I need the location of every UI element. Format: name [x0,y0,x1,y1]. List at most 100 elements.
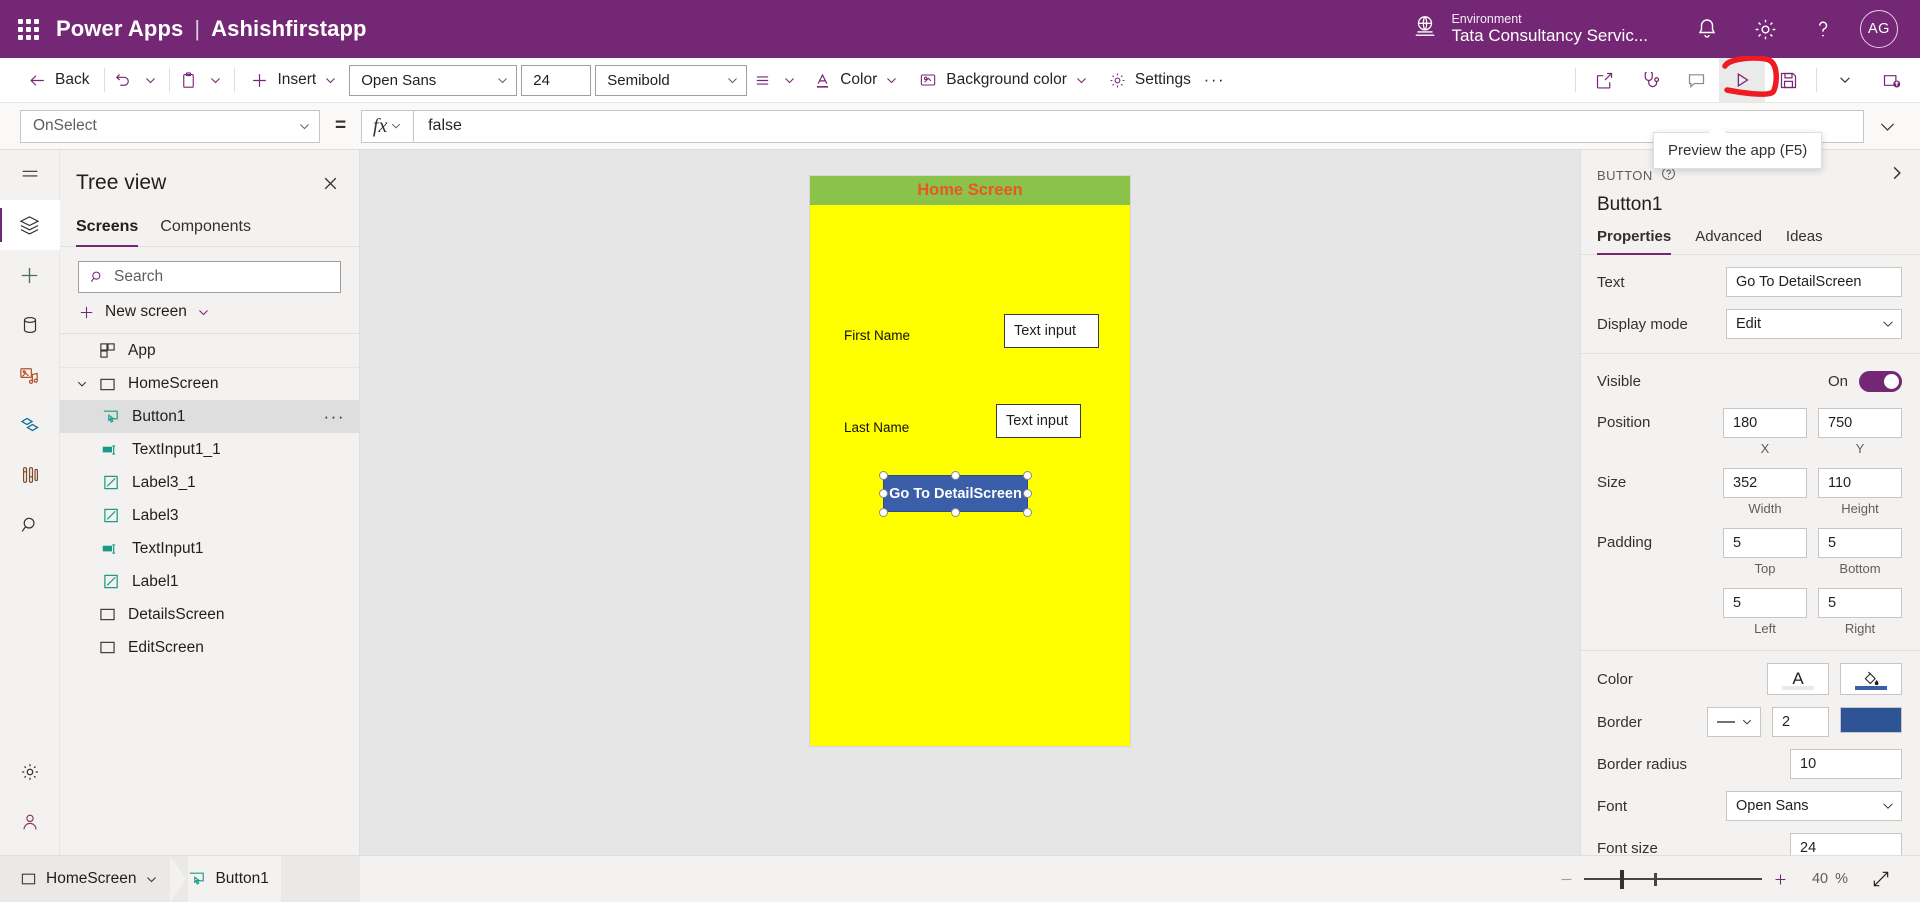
zoom-slider[interactable] [1584,859,1762,899]
paste-clipboard-icon[interactable] [175,62,202,99]
visible-toggle[interactable] [1859,371,1902,392]
background-color-button[interactable]: Background color [908,62,1098,99]
fit-to-screen-icon[interactable] [1860,859,1902,899]
tab-components[interactable]: Components [160,210,251,246]
data-database-icon[interactable] [0,300,60,350]
notifications-bell-icon[interactable] [1678,0,1736,58]
resize-handle-top-center[interactable] [951,471,960,480]
overflow-more-button[interactable]: ··· [1201,62,1228,99]
tree-node-textinput1[interactable]: TextInput1 [60,532,359,565]
tree-node-label1[interactable]: Label1 [60,565,359,598]
border-width-input[interactable]: 2 [1772,707,1829,737]
back-button[interactable]: Back [18,62,99,99]
size-width-input[interactable]: 352 [1723,468,1807,498]
text-color-button[interactable]: Color [803,62,908,99]
tree-node-editscreen[interactable]: EditScreen [60,631,359,664]
settings-button[interactable]: Settings [1098,62,1201,99]
last-name-textinput[interactable]: Text input [996,404,1081,438]
padding-top-input[interactable]: 5 [1723,528,1807,558]
paste-chevron-down-icon[interactable] [202,62,229,99]
font-family-select[interactable]: Open Sans [349,65,517,96]
variables-tools-icon[interactable] [0,450,60,500]
tab-properties[interactable]: Properties [1597,228,1671,254]
undo-chevron-down-icon[interactable] [137,62,164,99]
environment-picker[interactable]: Environment Tata Consultancy Servic... [1412,12,1648,47]
font-size-input[interactable]: 24 [521,65,591,96]
insert-button[interactable]: Insert [240,62,347,99]
first-name-textinput[interactable]: Text input [1004,314,1099,348]
breadcrumb-control[interactable]: Button1 [188,856,280,902]
settings-gear-icon[interactable] [1736,0,1794,58]
screen-preview-homescreen[interactable]: Home Screen First Name Text input Last N… [810,176,1130,746]
position-y-input[interactable]: 750 [1818,408,1902,438]
insert-plus-icon[interactable] [0,250,60,300]
resize-handle-top-left[interactable] [879,471,888,480]
tree-node-more-button[interactable]: ··· [324,407,345,427]
help-icon[interactable] [1794,0,1852,58]
position-x-input[interactable]: 180 [1723,408,1807,438]
share-icon[interactable] [1581,58,1627,102]
power-automate-flows-icon[interactable] [0,400,60,450]
resize-handle-middle-left[interactable] [879,489,888,498]
undo-button[interactable] [110,62,137,99]
preview-app-play-icon[interactable] [1719,58,1765,102]
tree-view-layers-icon[interactable] [0,200,60,250]
formula-expand-chevron-down-icon[interactable] [1864,106,1910,146]
resize-handle-bottom-right[interactable] [1023,508,1032,517]
text-color-button[interactable]: A [1767,663,1829,695]
tree-node-detailsscreen[interactable]: DetailsScreen [60,598,359,631]
tree-node-button1[interactable]: Button1 ··· [60,400,359,433]
zoom-slider-thumb[interactable] [1620,870,1624,889]
comments-icon[interactable] [1673,58,1719,102]
tab-screens[interactable]: Screens [76,210,138,246]
border-style-select[interactable] [1707,707,1761,737]
avatar[interactable]: AG [1860,10,1898,48]
search-input[interactable]: Search [78,261,341,293]
resize-handle-bottom-center[interactable] [951,508,960,517]
padding-right-input[interactable]: 5 [1818,588,1902,618]
tree-node-textinput1-1[interactable]: TextInput1_1 [60,433,359,466]
advanced-settings-gear-icon[interactable] [0,747,60,797]
tree-node-label3-1[interactable]: Label3_1 [60,466,359,499]
formula-input[interactable]: false [413,110,1864,143]
breadcrumb-screen[interactable]: HomeScreen [20,856,170,902]
property-select[interactable]: OnSelect [20,110,320,143]
resize-handle-top-right[interactable] [1023,471,1032,480]
resize-handle-middle-right[interactable] [1023,489,1032,498]
font-weight-select[interactable]: Semibold [595,65,747,96]
border-radius-input[interactable]: 10 [1790,749,1902,779]
save-icon[interactable] [1765,58,1811,102]
resize-handle-bottom-left[interactable] [879,508,888,517]
padding-bottom-input[interactable]: 5 [1818,528,1902,558]
save-chevron-down-icon[interactable] [1822,58,1868,102]
go-to-detailscreen-button[interactable]: Go To DetailScreen [883,475,1028,512]
media-icon[interactable] [0,350,60,400]
tree-node-homescreen[interactable]: HomeScreen [60,367,359,400]
fx-button[interactable]: fx [361,110,413,143]
padding-left-input[interactable]: 5 [1723,588,1807,618]
publish-icon[interactable] [1868,58,1914,102]
border-color-swatch[interactable] [1840,707,1902,733]
hamburger-menu-icon[interactable] [0,150,60,200]
app-checker-stethoscope-icon[interactable] [1627,58,1673,102]
text-align-icon[interactable] [749,62,776,99]
app-launcher-icon[interactable] [0,19,56,40]
zoom-out-button[interactable] [1548,859,1584,899]
size-height-input[interactable]: 110 [1818,468,1902,498]
close-icon[interactable] [315,168,345,198]
chevron-down-icon[interactable] [70,378,94,390]
tree-node-app[interactable]: App [60,334,359,367]
tab-ideas[interactable]: Ideas [1786,228,1823,254]
text-align-chevron-down-icon[interactable] [776,62,803,99]
tab-advanced[interactable]: Advanced [1695,228,1762,254]
zoom-in-button[interactable] [1762,859,1798,899]
font-select[interactable]: Open Sans [1726,791,1902,821]
font-size-input[interactable]: 24 [1790,833,1902,855]
tree-node-label3[interactable]: Label3 [60,499,359,532]
text-property-input[interactable]: Go To DetailScreen [1726,267,1902,297]
collapse-panel-chevron-right-icon[interactable] [1888,164,1906,187]
fill-color-button[interactable] [1840,663,1902,695]
account-person-icon[interactable] [0,797,60,847]
new-screen-button[interactable]: New screen [60,293,359,334]
display-mode-select[interactable]: Edit [1726,309,1902,339]
